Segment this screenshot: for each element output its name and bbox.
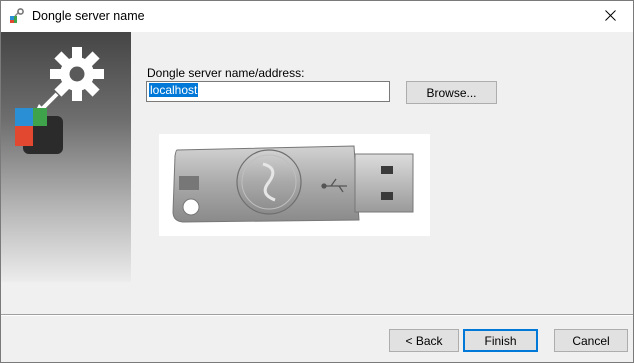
gear-plug-icon bbox=[9, 8, 25, 24]
close-icon bbox=[604, 9, 616, 24]
window-title: Dongle server name bbox=[32, 9, 145, 23]
dongle-server-dialog: Dongle server name Dongle server name/ad… bbox=[0, 0, 634, 363]
cancel-button[interactable]: Cancel bbox=[554, 329, 628, 352]
server-name-label: Dongle server name/address: bbox=[147, 66, 305, 80]
title-bar[interactable]: Dongle server name bbox=[1, 1, 633, 32]
close-button[interactable] bbox=[587, 1, 633, 32]
usb-dongle-icon bbox=[172, 145, 414, 223]
server-name-input[interactable]: localhost bbox=[146, 81, 390, 102]
wizard-side-banner bbox=[1, 32, 131, 282]
back-button[interactable]: < Back bbox=[389, 329, 459, 352]
browse-button[interactable]: Browse... bbox=[406, 81, 497, 104]
server-name-value: localhost bbox=[149, 83, 199, 97]
dongle-server-logo-icon bbox=[9, 44, 125, 156]
finish-button[interactable]: Finish bbox=[463, 329, 538, 352]
dongle-illustration bbox=[159, 134, 430, 236]
footer-separator bbox=[1, 314, 633, 316]
